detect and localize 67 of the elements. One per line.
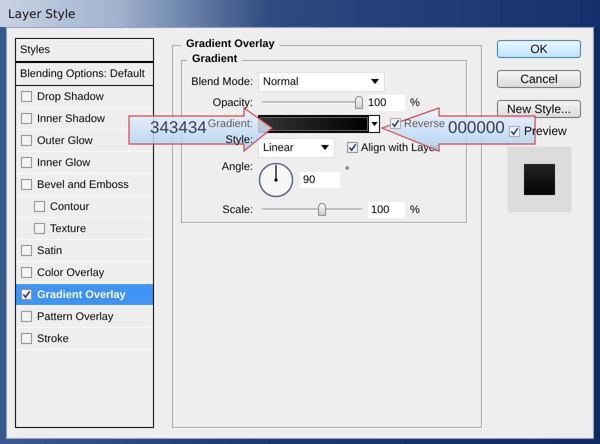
list-item[interactable]: Blending Options: Default [16, 63, 153, 86]
input-field[interactable]: 100 [368, 94, 405, 110]
checkbox[interactable] [34, 223, 45, 234]
checkbox[interactable] [34, 201, 45, 212]
caret-icon [321, 145, 329, 150]
checkbox[interactable] [21, 245, 32, 256]
callout-label: 000000 [448, 117, 505, 139]
list-item[interactable]: Pattern Overlay [16, 306, 153, 328]
dialog-button[interactable]: OK [497, 40, 581, 58]
input-field[interactable]: 90 [300, 172, 340, 188]
field-label: Opacity: [212, 96, 253, 108]
checkbox[interactable] [21, 157, 32, 168]
item-label: Satin [37, 244, 62, 256]
group-title: Gradient Overlay [181, 38, 280, 50]
checkbox[interactable] [21, 289, 32, 300]
caret-icon [370, 122, 378, 126]
unit-label: % [410, 204, 420, 216]
checkbox[interactable] [21, 311, 32, 322]
dropdown[interactable]: Normal [258, 72, 385, 92]
checkbox[interactable] [347, 142, 358, 153]
angle-dial[interactable] [258, 162, 294, 198]
checkbox[interactable] [21, 135, 32, 146]
checkbox-label: Reverse [404, 118, 445, 130]
dropdown[interactable]: Linear [258, 138, 335, 158]
item-label: Contour [50, 200, 90, 212]
slider-handle[interactable] [355, 96, 363, 109]
group-title: Gradient [187, 53, 242, 65]
dialog-button[interactable]: Cancel [497, 70, 581, 88]
checkbox[interactable] [509, 126, 520, 136]
list-item[interactable]: Satin [16, 240, 153, 262]
item-label: Bevel and Emboss [37, 178, 129, 190]
dialog-button[interactable]: New Style... [497, 100, 581, 118]
item-label: Color Overlay [37, 266, 104, 278]
list-item[interactable]: Drop Shadow [16, 86, 153, 108]
preview-swatch [524, 164, 555, 195]
checkbox[interactable] [21, 113, 32, 124]
checkbox[interactable] [21, 179, 32, 190]
input-field[interactable]: 100 [368, 202, 405, 218]
item-label: Drop Shadow [37, 90, 104, 102]
checkbox[interactable] [21, 267, 32, 278]
window-title: Layer Style [8, 6, 76, 20]
item-label: Stroke [37, 332, 69, 344]
field-label: Scale: [221, 204, 253, 216]
checkbox[interactable] [390, 118, 401, 129]
item-label: Pattern Overlay [37, 310, 114, 322]
list-item[interactable]: Bevel and Emboss [16, 174, 153, 196]
field-label: Blend Mode: [190, 76, 253, 88]
list-item[interactable]: Stroke [16, 328, 153, 350]
item-label: Inner Glow [37, 156, 90, 168]
item-label: Texture [50, 222, 86, 234]
checkbox[interactable] [21, 91, 32, 102]
caret-icon [371, 79, 379, 84]
field-label: Style: [224, 134, 253, 148]
gradient-picker[interactable] [258, 114, 380, 132]
list-item[interactable]: Contour [16, 196, 153, 218]
unit-label: % [410, 96, 420, 108]
panel-header: Styles [16, 39, 153, 63]
item-label: Gradient Overlay [37, 288, 126, 300]
item-label: Inner Shadow [37, 112, 105, 124]
list-item[interactable]: Inner Glow [16, 152, 153, 174]
item-label: Outer Glow [37, 134, 93, 146]
checkbox[interactable] [21, 333, 32, 344]
field-label: Angle: [220, 161, 253, 175]
list-item[interactable]: Texture [16, 218, 153, 240]
callout-label: 343434 [150, 117, 207, 139]
unit-label: ° [345, 165, 350, 177]
slider-handle[interactable] [318, 203, 326, 216]
